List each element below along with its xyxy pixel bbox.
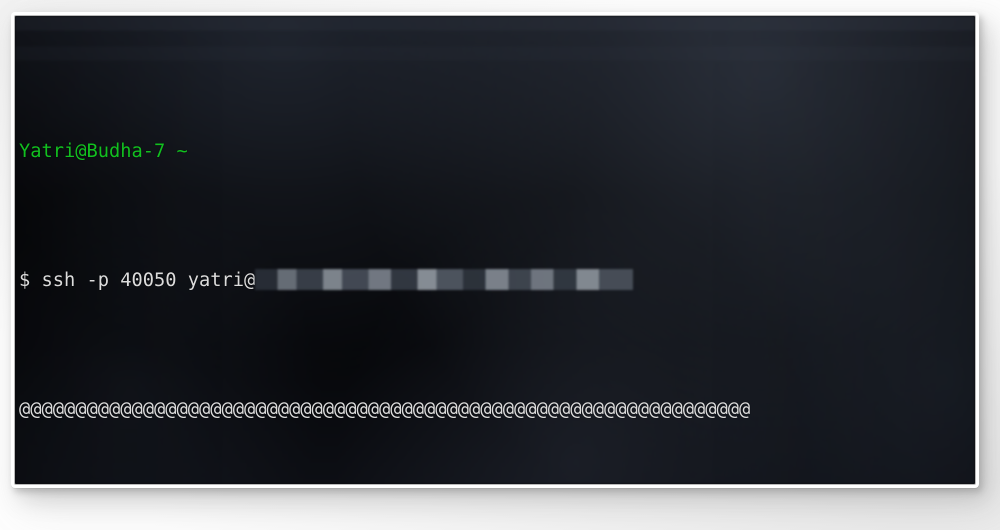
- prompt-user-host: Yatri@Budha-7: [19, 141, 166, 163]
- redacted-hostname-command: [255, 269, 634, 291]
- terminal-window[interactable]: Yatri@Budha-7 ~ $ ssh -p 40050 yatri@ @@…: [11, 12, 979, 488]
- command-line: $ ssh -p 40050 yatri@: [19, 268, 975, 294]
- banner-rule-top: @@@@@@@@@@@@@@@@@@@@@@@@@@@@@@@@@@@@@@@@…: [19, 397, 975, 423]
- prompt-cwd: ~: [176, 141, 188, 163]
- prompt-spacer: [165, 141, 176, 162]
- command-text: $ ssh -p 40050 yatri@: [19, 270, 256, 292]
- terminal-output-area[interactable]: Yatri@Budha-7 ~ $ ssh -p 40050 yatri@ @@…: [15, 16, 975, 484]
- prompt-line: Yatri@Budha-7 ~: [19, 139, 975, 165]
- terminal-window-frame: Yatri@Budha-7 ~ $ ssh -p 40050 yatri@ @@…: [14, 15, 976, 485]
- banner-rule-top-text: @@@@@@@@@@@@@@@@@@@@@@@@@@@@@@@@@@@@@@@@…: [19, 399, 751, 421]
- desktop-background: Yatri@Budha-7 ~ $ ssh -p 40050 yatri@ @@…: [0, 0, 1000, 530]
